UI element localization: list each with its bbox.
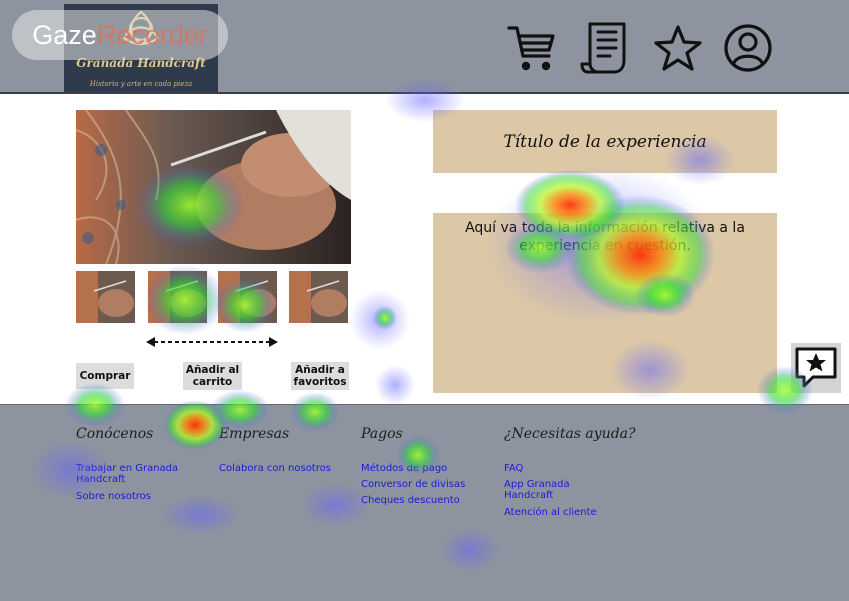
receipt-icon[interactable] [580, 22, 632, 74]
footer-link[interactable]: Colabora con nosotros [219, 463, 331, 474]
footer-link[interactable]: Conversor de divisas [361, 479, 465, 490]
footer-link[interactable]: Atención al cliente [504, 507, 597, 518]
watermark-part1: Gaze [32, 20, 97, 50]
footer-heading-pagos: Pagos [361, 426, 403, 442]
footer-link[interactable]: App Granada Handcraft [504, 479, 604, 501]
gazerecorder-watermark: GazeRecorder [12, 10, 228, 60]
footer-link[interactable]: Sobre nosotros [76, 491, 151, 502]
experience-info-box: Aquí va toda la información relativa a l… [433, 213, 777, 393]
footer-link[interactable]: Cheques descuento [361, 495, 460, 506]
add-to-favorites-button[interactable]: Añadir a favoritos [291, 362, 349, 390]
product-thumbnail[interactable] [218, 271, 277, 323]
footer-heading-ayuda: ¿Necesitas ayuda? [504, 426, 636, 442]
product-thumbnail[interactable] [76, 271, 135, 323]
footer-heading-empresas: Empresas [219, 426, 290, 442]
experience-info-text: Aquí va toda la información relativa a l… [465, 220, 745, 254]
footer-heading-conocenos: Conócenos [76, 426, 154, 442]
star-icon[interactable] [652, 22, 704, 74]
user-icon[interactable] [722, 22, 774, 74]
bookmark-star-icon[interactable] [791, 343, 841, 393]
product-thumbnail[interactable] [289, 271, 348, 323]
watermark-part2: Recorder [96, 20, 208, 50]
footer-link[interactable]: Métodos de pago [361, 463, 447, 474]
product-thumbnail[interactable] [148, 271, 207, 323]
product-main-image[interactable] [76, 110, 351, 264]
experience-title: Título de la experiencia [433, 110, 777, 173]
logo-tagline: Historia y arte en cada pieza [89, 80, 193, 88]
cart-icon[interactable] [506, 22, 558, 74]
footer-link[interactable]: FAQ [504, 463, 523, 474]
carousel-arrow-icon[interactable] [146, 334, 278, 350]
add-to-cart-button[interactable]: Añadir al carrito [183, 362, 242, 390]
footer-link[interactable]: Trabajar en Granada Handcraft [76, 463, 206, 485]
buy-button[interactable]: Comprar [76, 363, 134, 389]
